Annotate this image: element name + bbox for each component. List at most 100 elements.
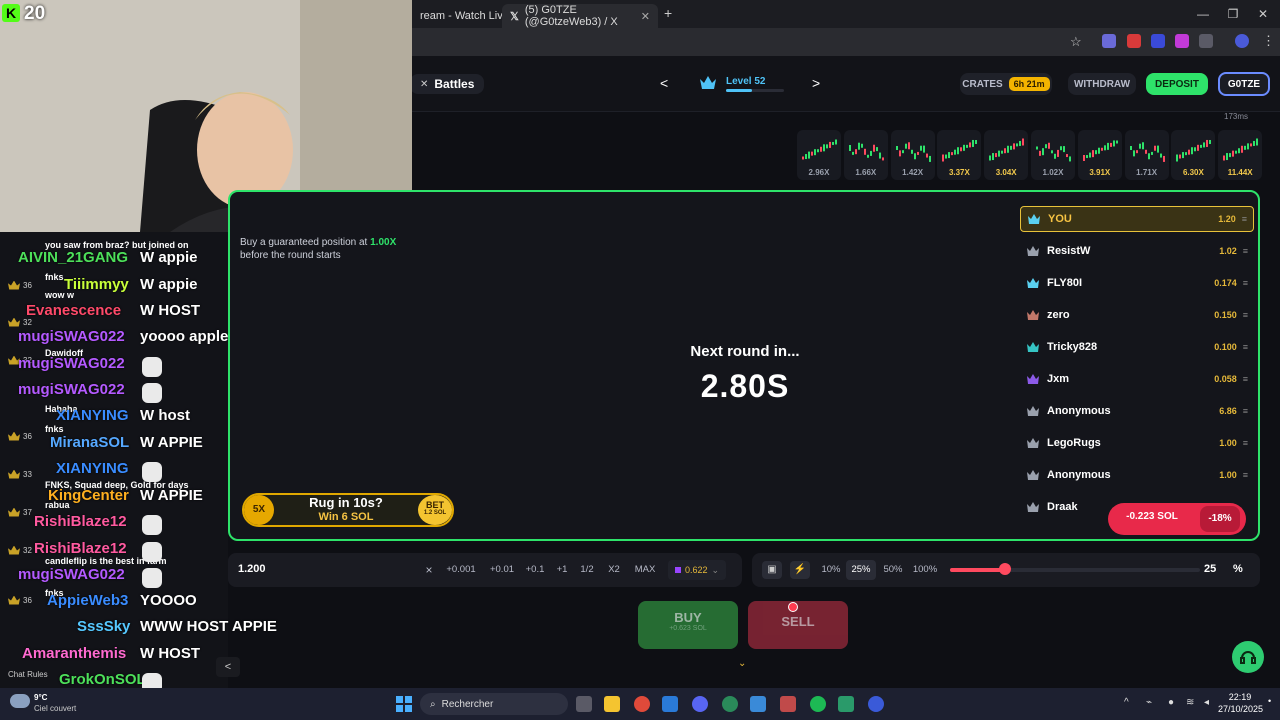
windows-start-icon[interactable] [396,696,412,712]
extension-icon[interactable] [1151,34,1165,48]
sell-percent-chip[interactable]: 25% [846,560,876,580]
user-profile-button[interactable]: G0TZE [1218,72,1270,96]
menu-icon[interactable]: ≡ [1243,342,1248,352]
bolt-icon[interactable]: ⚡ [790,561,810,579]
battles-button[interactable]: ✕ Battles [410,74,485,94]
taskbar-search[interactable]: ⌕ Rechercher [420,693,568,715]
menu-icon[interactable]: ≡ [1243,406,1248,416]
app-icon[interactable] [722,696,738,712]
mic-icon[interactable]: ● [1168,697,1174,708]
network-icon[interactable]: ⌁ [1146,697,1152,708]
bet-amount-input[interactable]: 1.200 [238,563,266,575]
prev-level-button[interactable]: < [660,75,668,91]
recent-round-card[interactable]: 3.37X [937,130,982,180]
clear-bet-button[interactable]: × [422,560,436,580]
vscode-icon[interactable] [662,696,678,712]
sell-percent-chip[interactable]: 10% [816,560,846,580]
maximize-button[interactable]: ❐ [1218,4,1248,24]
extensions-puzzle-icon[interactable] [1199,34,1213,48]
discord-icon[interactable] [692,696,708,712]
app-icon[interactable] [868,696,884,712]
support-chat-icon[interactable] [1232,641,1264,673]
new-tab-button[interactable]: + [664,5,672,21]
chat-username[interactable]: SssSky [77,618,130,635]
close-window-button[interactable]: ✕ [1248,4,1278,24]
clock-date[interactable]: 27/10/2025 [1218,704,1263,714]
extension-icon[interactable] [1175,34,1189,48]
extension-icon[interactable] [1127,34,1141,48]
volume-icon[interactable]: ◂ [1204,697,1209,708]
chat-rules-link[interactable]: Chat Rules [8,670,48,679]
bet-chip-button[interactable]: +0.01 [488,560,516,580]
sell-percent-value[interactable]: 25 [1204,563,1216,575]
rug-bet-button[interactable]: BET 1.2 SOL [418,495,452,525]
buy-button[interactable]: BUY +0.623 SOL [638,601,738,649]
recent-round-card[interactable]: 2.96X [797,130,841,180]
clock-time[interactable]: 22:19 [1220,692,1260,702]
menu-icon[interactable]: ≡ [1243,374,1248,384]
sell-percent-chip[interactable]: 100% [910,560,940,580]
crates-button[interactable]: CRATES 6h 21m [960,73,1052,95]
app-icon[interactable] [780,696,796,712]
chat-username[interactable]: XIANYING [56,407,129,424]
bet-chip-button[interactable]: +0.001 [446,560,476,580]
chat-username[interactable]: AppieWeb3 [47,592,128,609]
browser-tab-x[interactable]: 𝕏 (5) G0TZE (@G0tzeWeb3) / X ✕ [502,4,658,28]
chat-username[interactable]: KingCenter [48,487,129,504]
bet-chip-button[interactable]: +1 [555,560,569,580]
file-explorer-icon[interactable] [604,696,620,712]
chat-username[interactable]: mugiSWAG022 [18,566,125,583]
recent-round-card[interactable]: 3.04X [984,130,1029,180]
chat-username[interactable]: XIANYING [56,460,129,477]
sell-slider-handle[interactable] [999,563,1011,575]
recent-round-card[interactable]: 3.91X [1077,130,1122,180]
menu-icon[interactable]: ≡ [1242,214,1247,224]
chat-username[interactable]: Evanescence [26,302,121,319]
sell-percent-chip[interactable]: 50% [878,560,908,580]
chat-username[interactable]: AIVIN_21GANG [18,249,128,266]
collapse-chat-button[interactable]: < [216,657,240,677]
chat-username[interactable]: Amaranthemis [22,645,126,662]
tray-chevron-icon[interactable]: ^ [1124,697,1129,708]
sell-button[interactable]: SELL [748,601,848,649]
menu-icon[interactable]: ≡ [1243,278,1248,288]
bet-chip-button[interactable]: +0.1 [524,560,546,580]
withdraw-button[interactable]: WITHDRAW [1068,73,1136,95]
chrome-icon[interactable] [634,696,650,712]
chevron-double-down-icon[interactable]: ⌄ [738,658,746,669]
minimize-button[interactable]: — [1188,4,1218,24]
chat-username[interactable]: RishiBlaze12 [34,513,127,530]
recent-round-card[interactable]: 1.02X [1031,130,1075,180]
recent-round-card[interactable]: 1.42X [890,130,935,180]
chat-username[interactable]: RishiBlaze12 [34,540,127,557]
next-level-button[interactable]: > [812,75,820,91]
chat-username[interactable]: Tiiimmyy [64,276,129,293]
lock-icon[interactable]: ▣ [762,561,782,579]
profile-avatar-icon[interactable] [1235,34,1249,48]
bet-chip-button[interactable]: MAX [630,560,660,580]
menu-icon[interactable]: ≡ [1243,310,1248,320]
browser-menu-icon[interactable]: ⋮ [1262,33,1275,49]
chat-username[interactable]: mugiSWAG022 [18,328,125,345]
chat-username[interactable]: mugiSWAG022 [18,355,125,372]
recent-round-card[interactable]: 1.66X [843,130,888,180]
bet-chip-button[interactable]: 1/2 [577,560,597,580]
recent-round-card[interactable]: 11.44X [1218,130,1263,180]
recent-round-card[interactable]: 1.71X [1124,130,1169,180]
menu-icon[interactable]: ≡ [1243,470,1248,480]
chat-username[interactable]: GrokOnSOL [59,671,146,688]
spotify-icon[interactable] [810,696,826,712]
wifi-icon[interactable]: ≋ [1186,697,1194,708]
balance-selector[interactable]: 0.622 ⌄ [668,560,726,580]
bookmark-star-icon[interactable]: ☆ [1070,34,1082,50]
chat-username[interactable]: MiranaSOL [50,434,129,451]
task-view-icon[interactable] [576,696,592,712]
chat-username[interactable]: mugiSWAG022 [18,381,125,398]
notification-icon[interactable]: • [1268,696,1271,706]
menu-icon[interactable]: ≡ [1243,438,1248,448]
notepad-icon[interactable] [750,696,766,712]
close-tab-icon[interactable]: ✕ [641,10,650,23]
menu-icon[interactable]: ≡ [1243,246,1248,256]
extension-icon[interactable] [1102,34,1116,48]
bet-chip-button[interactable]: X2 [603,560,625,580]
